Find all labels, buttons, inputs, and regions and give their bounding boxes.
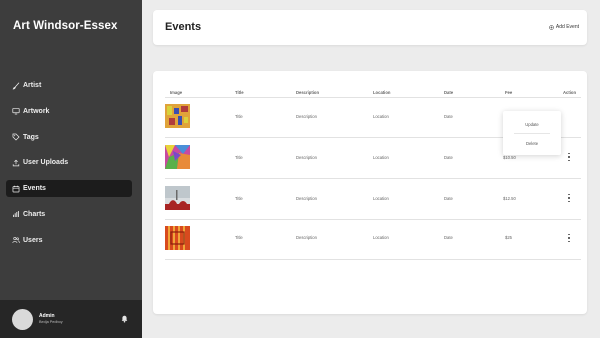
sidebar-item-user-uploads[interactable]: User Uploads [6,154,132,171]
sidebar: Art Windsor-Essex Artist Artwork Tags Us… [0,0,142,338]
sidebar-item-label: Events [23,185,46,193]
user-name: Admin [39,313,55,319]
monitor-icon [12,107,20,115]
cell-location: Location [373,155,389,160]
column-header-date: Date [444,90,454,95]
sidebar-item-users[interactable]: Users [6,232,132,249]
row-action-dropdown: Update Delete [503,111,561,155]
sidebar-item-label: Artist [23,82,42,89]
cell-date: Date [444,196,453,201]
column-header-fee: Fee [505,90,513,95]
sidebar-item-events[interactable]: Events [6,180,132,198]
row-divider [165,178,581,179]
sidebar-item-artwork[interactable]: Artwork [6,103,132,120]
sidebar-nav: Artist Artwork Tags User Uploads Events … [6,77,132,258]
cell-location: Location [373,114,389,119]
cell-description: Description [296,235,317,240]
calendar-icon [12,185,20,193]
users-icon [12,236,20,244]
cell-location: Location [373,196,389,201]
sidebar-item-label: User Uploads [23,159,69,167]
cell-location: Location [373,235,389,240]
cell-fee: $10.50 [503,155,516,160]
cell-description: Description [296,196,317,201]
cell-description: Description [296,114,317,119]
event-thumbnail[interactable] [165,145,190,169]
tag-icon [12,133,20,141]
row-action-menu-icon[interactable] [567,234,571,242]
sidebar-item-artist[interactable]: Artist [6,77,132,94]
sidebar-item-label: Artwork [23,107,50,115]
row-divider [165,259,581,260]
user-subtitle: Bedja Pedboy [39,320,63,324]
update-menu-item[interactable]: Update [503,122,561,127]
add-event-label: Add Event [555,24,579,30]
cell-title: Title [235,196,243,201]
column-header-description: Description [296,90,320,95]
page-header: Events Add Event [153,10,587,45]
cell-date: Date [444,155,453,160]
plus-circle-icon [549,24,554,30]
cell-title: Title [235,114,243,119]
upload-icon [12,159,20,167]
cell-title: Title [235,235,243,240]
divider [165,97,581,98]
events-table: Image Title Description Location Date Fe… [153,71,587,314]
event-thumbnail[interactable] [165,104,190,128]
add-event-button[interactable]: Add Event [549,24,579,30]
brand-title: Art Windsor-Essex [13,20,118,32]
brush-icon [12,82,20,90]
row-action-menu-icon[interactable] [567,153,571,161]
cell-date: Date [444,114,453,119]
cell-fee: $25 [505,235,512,240]
sidebar-item-charts[interactable]: Charts [6,206,132,223]
sidebar-item-label: Tags [23,133,39,141]
page-title: Events [165,21,202,33]
bar-chart-icon [12,210,20,218]
column-header-title: Title [235,90,244,95]
row-divider [165,219,581,220]
column-header-image: Image [170,90,183,95]
cell-title: Title [235,155,243,160]
event-thumbnail[interactable] [165,226,190,250]
column-header-action: Action [563,90,577,95]
sidebar-item-tags[interactable]: Tags [6,129,132,146]
menu-divider [514,133,550,134]
sidebar-item-label: Charts [23,210,46,218]
bell-icon[interactable] [121,315,128,323]
row-action-menu-icon[interactable] [567,194,571,202]
cell-description: Description [296,155,317,160]
delete-menu-item[interactable]: Delete [503,141,561,146]
avatar [12,309,33,330]
event-thumbnail[interactable] [165,186,190,210]
cell-date: Date [444,235,453,240]
cell-fee: $12.50 [503,196,516,201]
sidebar-item-label: Users [23,236,43,244]
column-header-location: Location [373,90,391,95]
